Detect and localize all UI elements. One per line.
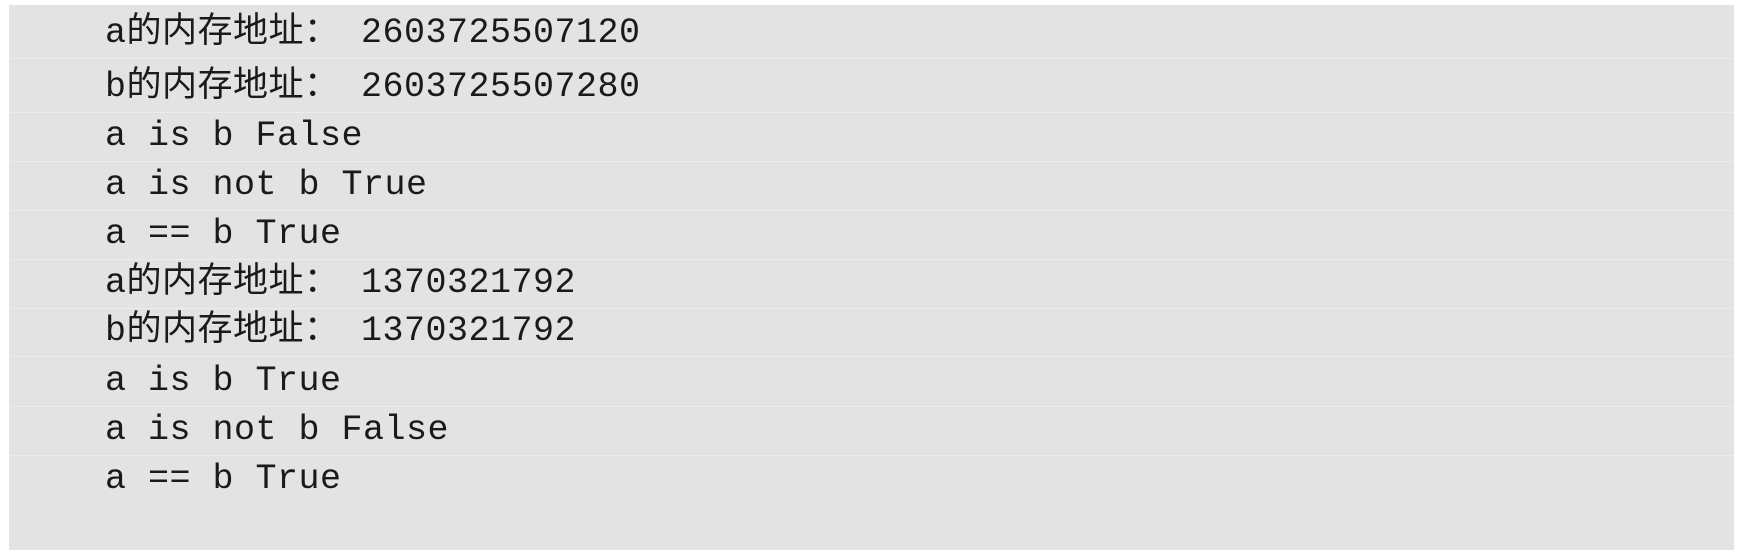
output-line-text: a is not b True: [105, 165, 428, 205]
output-line-text: a的内存地址： 1370321792: [105, 263, 577, 303]
output-line: a的内存地址： 2603725507120: [9, 5, 1734, 59]
output-line-text: b的内存地址： 1370321792: [105, 311, 577, 351]
output-line: a is b True: [9, 353, 1734, 407]
output-line-text: a is b True: [105, 361, 342, 401]
output-line: b的内存地址： 1370321792: [9, 303, 1734, 357]
output-line-text: a is b False: [105, 116, 364, 156]
output-line-text: b的内存地址： 2603725507280: [105, 67, 641, 107]
output-line-text: a的内存地址： 2603725507120: [105, 13, 641, 53]
output-line: b的内存地址： 2603725507280: [9, 59, 1734, 113]
output-line: a is not b True: [9, 157, 1734, 211]
console-output: a的内存地址： 2603725507120 b的内存地址： 2603725507…: [9, 5, 1734, 550]
output-line-text: a == b True: [105, 459, 342, 499]
output-line-text: a is not b False: [105, 410, 450, 450]
output-line: a is not b False: [9, 402, 1734, 456]
output-line: a == b True: [9, 451, 1734, 505]
output-line: a的内存地址： 1370321792: [9, 255, 1734, 309]
output-line: a is b False: [9, 108, 1734, 162]
output-line-text: a == b True: [105, 214, 342, 254]
output-line: a == b True: [9, 206, 1734, 260]
